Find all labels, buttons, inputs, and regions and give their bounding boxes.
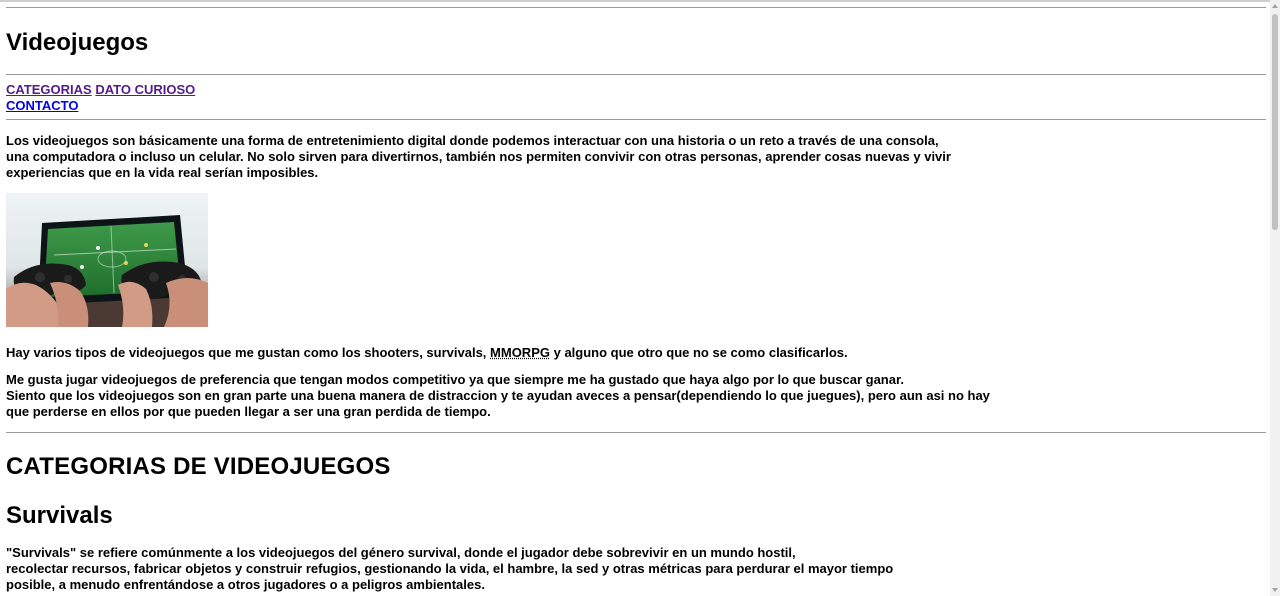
tipos-text: Hay varios tipos de videojuegos que me g… [6,345,491,360]
intro-line: Los videojuegos son básicamente una form… [6,133,939,148]
categorias-heading: CATEGORIAS DE VIDEOJUEGOS [6,453,391,480]
preferencia-line: Siento que los videojuegos son en gran p… [6,388,990,403]
vertical-scrollbar[interactable] [1270,0,1280,596]
scrollbar-thumb[interactable] [1272,14,1278,230]
divider [6,7,1266,8]
survivals-line: "Survivals" se refiere comúnmente a los … [6,545,796,560]
page-content: Videojuegos CATEGORIAS DATO CURIOSO CONT… [6,0,1266,593]
nav-link-dato-curioso[interactable]: DATO CURIOSO [95,82,195,97]
hero-image-game-controllers [6,193,208,327]
survivals-heading: Survivals [6,502,113,529]
survivals-line: recolectar recursos, fabricar objetos y … [6,561,894,576]
intro-line: experiencias que en la vida real serían … [6,165,319,180]
survivals-paragraph: "Survivals" se refiere comúnmente a los … [6,545,1266,593]
tipos-paragraph: Hay varios tipos de videojuegos que me g… [6,345,1266,361]
nav-link-contacto[interactable]: CONTACTO [6,98,78,113]
intro-line: una computadora o incluso un celular. No… [6,149,951,164]
nav-link-categorias[interactable]: CATEGORIAS [6,82,92,97]
mmorpg-abbreviation: MMORPG [490,345,550,360]
divider [6,119,1266,120]
scroll-down-arrow-icon[interactable] [1272,588,1278,592]
page-title: Videojuegos [6,29,149,56]
preferencia-line: que perderse en ellos por que pueden lle… [6,404,491,419]
preferencia-paragraph: Me gusta jugar videojuegos de preferenci… [6,372,1266,420]
preferencia-line: Me gusta jugar videojuegos de preferenci… [6,372,904,387]
tipos-text: y alguno que otro que no se como clasifi… [549,345,848,360]
divider [6,432,1266,433]
intro-paragraph: Los videojuegos son básicamente una form… [6,133,1266,181]
survivals-line: posible, a menudo enfrentándose a otros … [6,577,485,592]
scroll-up-arrow-icon[interactable] [1272,4,1278,8]
main-nav: CATEGORIAS DATO CURIOSO CONTACTO [6,75,1266,119]
